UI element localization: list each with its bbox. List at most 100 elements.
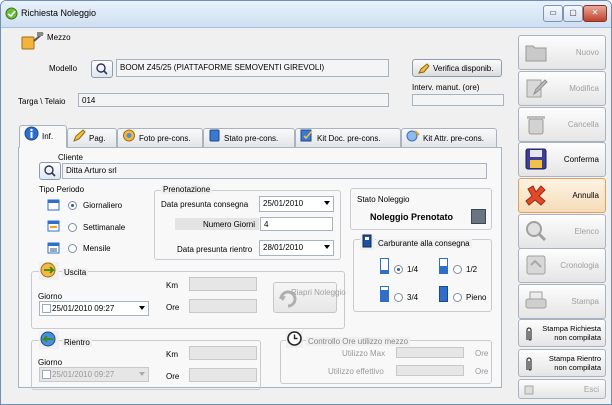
photo-icon (122, 129, 136, 149)
radio-fuel-1-4[interactable] (394, 265, 403, 274)
prenotazione-title: Prenotazione (161, 185, 213, 194)
uscita-km-label: Km (166, 281, 178, 290)
calendar-month-icon (47, 241, 60, 256)
tab-foto-pre-cons[interactable]: Foto pre-cons. (117, 128, 203, 148)
radio-fuel-3-4[interactable] (394, 293, 403, 302)
tab-stato-pre-cons[interactable]: Stato pre-cons. (203, 128, 295, 148)
uscita-icon (39, 262, 59, 280)
rientro-giorno-label: Giorno (38, 358, 63, 367)
targa-label: Targa \ Telaio (18, 97, 66, 106)
stato-noleggio-value: Noleggio Prenotato (370, 212, 453, 222)
cliente-label: Cliente (58, 153, 83, 162)
targa-field[interactable]: 014 (78, 93, 389, 107)
riapri-noleggio-button[interactable]: Riapri Noleggio (273, 282, 346, 313)
settimanale-label: Settimanale (83, 223, 126, 232)
radio-giornaliero[interactable] (68, 201, 77, 210)
modello-field[interactable]: BOOM Z45/25 (PIATTAFORME SEMOVENTI GIREV… (116, 59, 389, 77)
cliente-field[interactable]: Ditta Arturo srl (62, 163, 487, 179)
uscita-giorno-label: Giorno (38, 292, 63, 301)
giorni-field[interactable]: 4 (260, 217, 333, 231)
pen-icon (72, 129, 86, 149)
rientro-ore-field[interactable] (189, 368, 257, 382)
radio-fuel-pieno[interactable] (453, 293, 462, 302)
cliente-search-button[interactable] (39, 162, 61, 180)
giornaliero-label: Giornaliero (83, 201, 123, 210)
giorni-label: Numero Giorni (203, 220, 256, 229)
maximize-button[interactable]: ▢ (563, 5, 583, 22)
radio-settimanale[interactable] (68, 223, 77, 232)
uscita-giorno-field[interactable]: 25/01/2010 09:27 (39, 301, 149, 316)
stato-noleggio-title: Stato Noleggio (357, 195, 410, 204)
consegna-date-picker[interactable]: 25/01/2010 (259, 196, 334, 212)
esci-button[interactable]: Esci (518, 379, 606, 399)
title-bar[interactable]: Richiesta Noleggio ▭ ▢ ✕ (1, 1, 611, 28)
tab-inf[interactable]: Inf. (19, 125, 67, 148)
attachment-icon (525, 326, 533, 344)
save-icon (524, 147, 548, 173)
tab-kit-attr-pre-cons[interactable]: Kit Attr. pre-cons. (401, 128, 497, 148)
close-button[interactable]: ✕ (583, 5, 607, 22)
verifica-disponibilita-button[interactable]: Verifica disponib. (412, 59, 502, 77)
rientro-giorno-field[interactable]: 25/01/2010 09:27 (39, 367, 149, 382)
rientro-data-label: Data presunta rientro (177, 245, 253, 254)
uscita-ore-label: Ore (166, 303, 180, 312)
utilizzo-effettivo-label: Utilizzo effettivo (328, 367, 384, 376)
carburante-title: Carburante alla consegna (376, 239, 472, 248)
mezzo-title: Mezzo (47, 33, 71, 42)
stampa-rientro-button[interactable]: Stampa Rientro non compilata (518, 349, 606, 377)
rientro-date-picker[interactable]: 28/01/2010 (259, 240, 334, 256)
rientro-ore-label: Ore (166, 372, 180, 381)
fuel-pieno-label: Pieno (466, 293, 487, 302)
uscita-giorno-checkbox[interactable] (42, 304, 51, 313)
cancella-button[interactable]: Cancella (518, 107, 606, 142)
rientro-km-field[interactable] (189, 346, 257, 360)
magnifier-icon (524, 219, 548, 245)
radio-mensile[interactable] (68, 244, 77, 253)
rientro-icon (39, 331, 59, 349)
fuel-quarter-icon (380, 258, 389, 276)
edit-icon (524, 76, 548, 102)
window-title: Richiesta Noleggio (21, 8, 97, 18)
controllo-ore-title: Controllo Ore utilizzo mezzo (306, 337, 411, 346)
folder-icon (524, 40, 548, 66)
search-icon (96, 63, 108, 75)
fuel-pump-icon (360, 234, 375, 250)
mensile-label: Mensile (83, 244, 111, 253)
elenco-button[interactable]: Elenco (518, 214, 606, 249)
fuel-3-4-label: 3/4 (407, 293, 419, 302)
uscita-km-field[interactable] (189, 277, 257, 291)
utilizzo-effettivo-unit: Ore (475, 367, 489, 376)
tab-kit-doc-pre-cons[interactable]: Kit Doc. pre-cons. (295, 128, 401, 148)
fuel-1-2-label: 1/2 (466, 265, 478, 274)
rientro-title: Rientro (62, 338, 92, 347)
conferma-button[interactable]: Conferma (518, 142, 606, 177)
interv-manut-label: Interv. manut. (ore) (412, 83, 480, 92)
tools-icon (406, 129, 420, 149)
utilizzo-effettivo-field[interactable] (396, 365, 464, 376)
stato-color-indicator (471, 209, 486, 224)
nuovo-button[interactable]: Nuovo (518, 35, 606, 70)
fuel-half-icon (439, 258, 448, 276)
calendar-day-icon (47, 198, 60, 213)
interv-manut-field[interactable] (412, 94, 504, 106)
modello-search-button[interactable] (91, 60, 113, 78)
clock-icon (286, 331, 303, 348)
calendar-week-icon (47, 219, 60, 234)
utilizzo-max-label: Utilizzo Max (342, 349, 386, 358)
main-window: Richiesta Noleggio ▭ ▢ ✕ Mezzo Modello B… (0, 0, 612, 405)
radio-fuel-1-2[interactable] (453, 265, 462, 274)
uscita-ore-field[interactable] (189, 299, 257, 313)
document-icon (208, 129, 221, 149)
stampa-button[interactable]: Stampa (518, 284, 606, 319)
tipo-periodo-title: Tipo Periodo (39, 185, 85, 194)
utilizzo-max-field[interactable] (396, 347, 464, 358)
modifica-button[interactable]: Modifica (518, 71, 606, 106)
tab-pag[interactable]: Pag. (67, 128, 117, 148)
cronologia-button[interactable]: Cronologia (518, 248, 606, 283)
minimize-button[interactable]: ▭ (543, 5, 563, 22)
app-icon (5, 7, 18, 22)
rientro-giorno-checkbox[interactable] (42, 370, 51, 379)
annulla-button[interactable]: Annulla (518, 178, 606, 213)
stampa-richiesta-button[interactable]: Stampa Richiesta non compilata (518, 319, 606, 347)
search-icon (44, 165, 56, 177)
